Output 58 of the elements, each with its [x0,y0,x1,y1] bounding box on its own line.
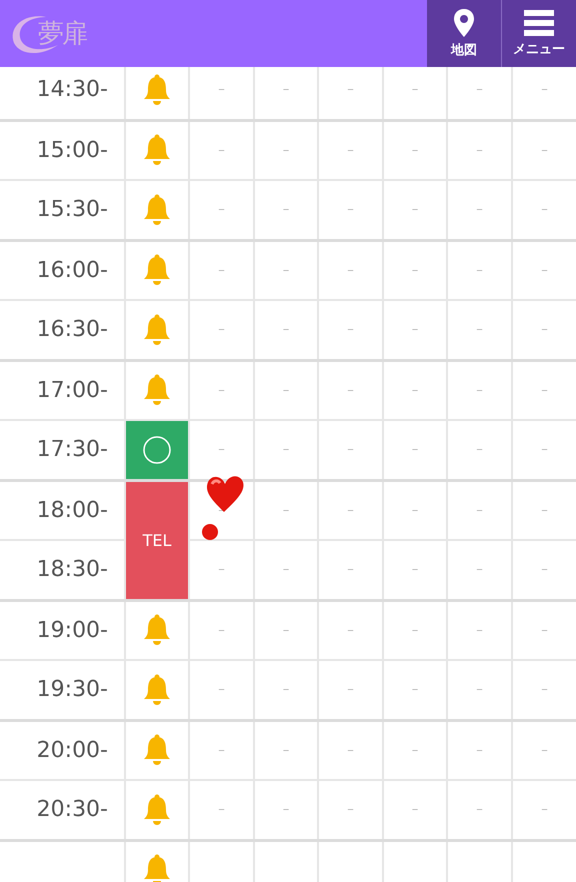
bell-icon [142,314,172,346]
time-label: 16:00- [0,240,125,300]
table-cell: － [512,360,576,420]
table-cell: － [382,480,447,540]
table-cell: － [447,120,512,180]
table-cell: － [189,240,254,300]
table-cell: － [318,720,382,780]
map-button[interactable]: 地図 [427,0,501,67]
bell-icon [142,794,172,826]
table-cell: － [254,120,318,180]
bell-icon [142,74,172,106]
bell-icon [142,854,172,882]
map-pin-icon [454,8,474,36]
bell-icon [142,374,172,406]
circle-icon [142,434,172,465]
table-cell: － [512,120,576,180]
bell-icon [142,134,172,166]
table-cell: － [189,120,254,180]
available-slot[interactable] [125,420,189,480]
table-cell: － [254,360,318,420]
table-cell: － [512,600,576,660]
table-cell: － [382,720,447,780]
table-cell: － [447,720,512,780]
time-label: 20:00- [0,720,125,780]
table-cell: － [318,600,382,660]
table-cell: － [512,720,576,780]
table-cell: － [382,240,447,300]
table-cell: － [512,480,576,540]
table-cell: － [318,120,382,180]
time-label: 15:00- [0,120,125,180]
menu-icon [524,10,554,36]
table-cell: － [512,240,576,300]
table-cell: － [382,120,447,180]
table-cell: － [254,720,318,780]
bell-icon [142,254,172,286]
time-label: 19:00- [0,600,125,660]
table-cell: － [189,360,254,420]
table-cell: － [318,360,382,420]
table-cell: － [382,360,447,420]
bell-icon [142,194,172,226]
table-cell: － [447,600,512,660]
table-cell: － [254,600,318,660]
table-cell: － [447,240,512,300]
table-cell: － [189,720,254,780]
table-cell: － [447,360,512,420]
table-cell: － [189,600,254,660]
tel-slot[interactable]: TEL [125,480,189,600]
table-cell: － [382,600,447,660]
menu-button[interactable]: メニュー [501,0,576,67]
table-cell: － [254,240,318,300]
bell-icon [142,674,172,706]
bell-icon [142,614,172,646]
table-cell: － [318,480,382,540]
time-label: 17:00- [0,360,125,420]
table-cell: － [318,240,382,300]
table-cell: － [254,480,318,540]
table-cell: － [447,480,512,540]
bell-icon [142,734,172,766]
